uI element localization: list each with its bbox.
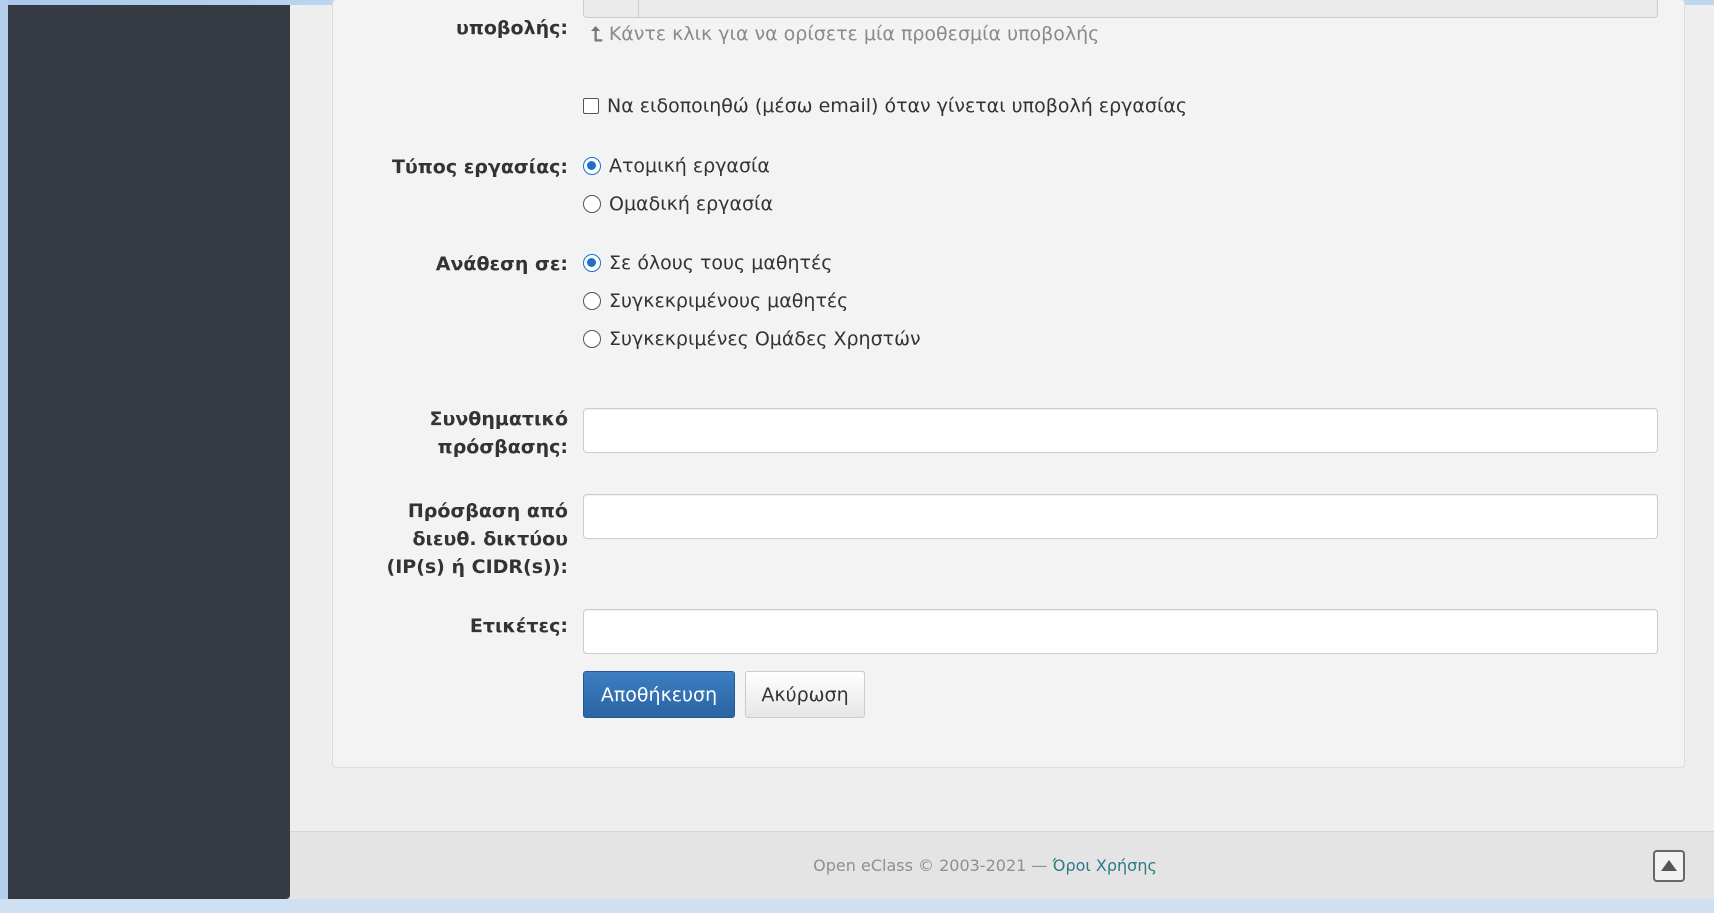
deadline-input-addon[interactable] (584, 0, 639, 17)
assign-option-label: Συγκεκριμένες Ομάδες Χρηστών (609, 328, 921, 350)
ip-access-label-line: Πρόσβαση από (407, 500, 568, 522)
tags-label: Ετικέτες: (469, 615, 568, 637)
cancel-button[interactable]: Ακύρωση (745, 671, 865, 718)
assign-to-label: Ανάθεση σε: (435, 253, 568, 275)
deadline-hint-text: Κάντε κλικ για να ορίσετε μία προθεσμία … (608, 23, 1100, 45)
deadline-hint: ⮤ Κάντε κλικ για να ορίσετε μία προθεσμί… (591, 22, 1099, 46)
copyright-text: Open eClass © 2003-2021 — (813, 856, 1053, 875)
assign-all-radio[interactable] (583, 254, 601, 272)
assign-option-all-students[interactable]: Σε όλους τους μαθητές (583, 252, 832, 274)
assignment-type-label: Τύπος εργασίας: (391, 156, 568, 178)
assignment-form-panel: υποβολής: ⮤ Κάντε κλικ για να ορίσετε μί… (332, 0, 1685, 768)
access-password-input[interactable] (583, 408, 1658, 453)
window-frame-bottom (0, 899, 1714, 913)
tags-input[interactable] (583, 609, 1658, 654)
access-password-label-line: πρόσβασης: (437, 436, 568, 458)
main-content: υποβολής: ⮤ Κάντε κλικ για να ορίσετε μί… (290, 0, 1714, 899)
scroll-to-top-button[interactable] (1653, 850, 1685, 882)
scroll-to-top-icon (1661, 859, 1677, 871)
notify-checkbox[interactable] (583, 98, 599, 114)
ip-access-label: Πρόσβαση από διευθ. δικτύου (IP(s) ή CID… (387, 497, 568, 581)
ip-access-input[interactable] (583, 494, 1658, 539)
assign-specific-students-radio[interactable] (583, 292, 601, 310)
assign-option-specific-students[interactable]: Συγκεκριμένους μαθητές (583, 290, 848, 312)
terms-of-use-link[interactable]: Όροι Χρήσης (1052, 856, 1156, 875)
assign-option-specific-groups[interactable]: Συγκεκριμένες Ομάδες Χρηστών (583, 328, 921, 350)
ip-access-label-line: διευθ. δικτύου (412, 528, 568, 550)
sidebar (8, 5, 290, 899)
access-password-label-line: Συνθηματικό (429, 408, 568, 430)
arrow-up-curved-icon: ⮤ (591, 22, 603, 46)
assign-specific-groups-radio[interactable] (583, 330, 601, 348)
notify-option-label: Να ειδοποιηθώ (μέσω email) όταν γίνεται … (607, 95, 1188, 117)
type-option-individual[interactable]: Ατομική εργασία (583, 155, 770, 177)
type-option-label: Ομαδική εργασία (609, 193, 773, 215)
deadline-input[interactable] (583, 0, 1658, 18)
type-option-label: Ατομική εργασία (609, 155, 770, 177)
save-button[interactable]: Αποθήκευση (583, 671, 735, 718)
ip-access-label-line: (IP(s) ή CIDR(s)): (386, 556, 568, 578)
access-password-label: Συνθηματικό πρόσβασης: (430, 405, 568, 461)
type-group-radio[interactable] (583, 195, 601, 213)
notify-option[interactable]: Να ειδοποιηθώ (μέσω email) όταν γίνεται … (583, 95, 1187, 117)
deadline-label: υποβολής: (456, 17, 568, 39)
assign-option-label: Συγκεκριμένους μαθητές (609, 290, 849, 312)
assign-option-label: Σε όλους τους μαθητές (609, 252, 833, 274)
footer-text: Open eClass © 2003-2021 — Όροι Χρήσης (290, 856, 1680, 875)
type-individual-radio[interactable] (583, 157, 601, 175)
window-frame-left (0, 0, 8, 913)
type-option-group[interactable]: Ομαδική εργασία (583, 193, 773, 215)
footer: Open eClass © 2003-2021 — Όροι Χρήσης (290, 831, 1714, 899)
